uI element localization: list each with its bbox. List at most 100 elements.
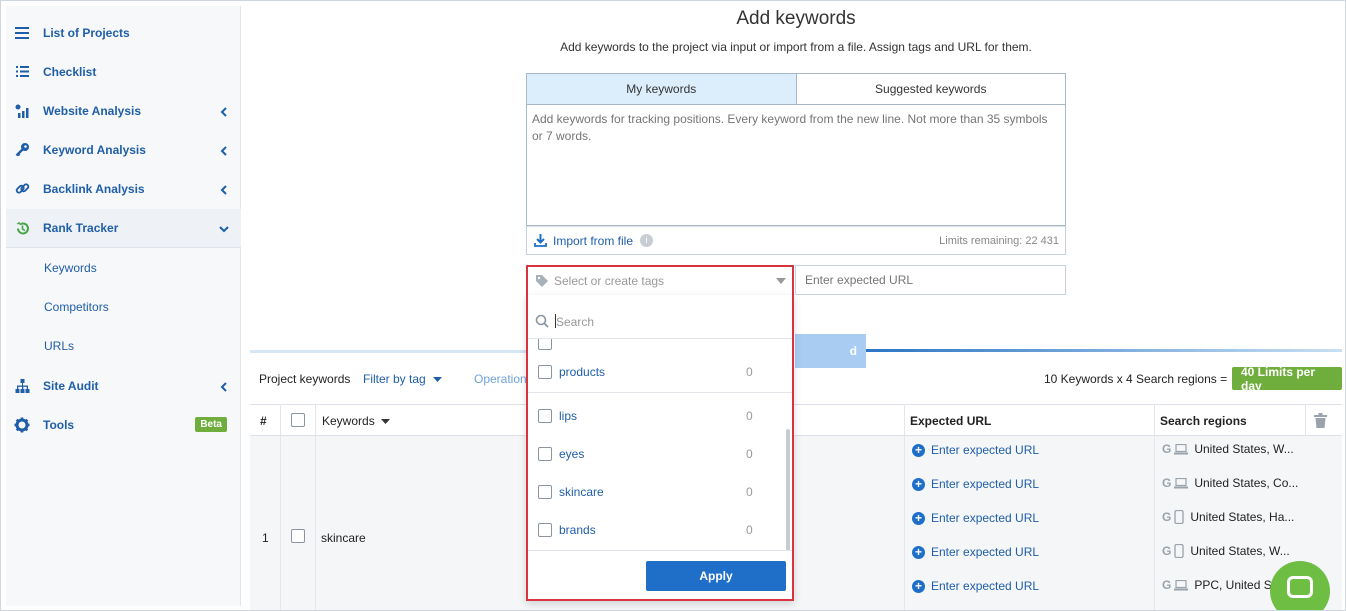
plus-circle-icon: + bbox=[912, 443, 925, 457]
beta-badge: Beta bbox=[195, 417, 227, 432]
filter-by-tag-dropdown[interactable]: Filter by tag bbox=[363, 372, 443, 386]
sidebar-sub-item-urls[interactable]: URLs bbox=[44, 339, 74, 353]
import-from-file-link[interactable]: Import from file bbox=[553, 234, 633, 248]
google-icon: G bbox=[1162, 510, 1172, 524]
search-region: G United States, Ha... bbox=[1162, 510, 1302, 524]
tab-my-keywords[interactable]: My keywords bbox=[527, 74, 797, 104]
tag-label: products bbox=[559, 365, 606, 379]
plus-circle-icon: + bbox=[912, 511, 925, 525]
keyword-tabs: My keywords Suggested keywords bbox=[526, 73, 1066, 105]
enter-expected-url-link[interactable]: + Enter expected URL bbox=[912, 545, 1039, 559]
search-region-label: United States, Ha... bbox=[1190, 510, 1295, 524]
limits-remaining: Limits remaining: 22 431 bbox=[939, 235, 1059, 247]
chevron-down-icon bbox=[219, 223, 229, 233]
row-checkbox[interactable] bbox=[291, 529, 305, 543]
plus-circle-icon: + bbox=[912, 545, 925, 559]
enter-expected-url-link[interactable]: + Enter expected URL bbox=[912, 579, 1039, 593]
search-region: G United States, W... bbox=[1162, 442, 1302, 456]
enter-expected-url-link[interactable]: + Enter expected URL bbox=[912, 443, 1039, 457]
enter-expected-url-link[interactable]: + Enter expected URL bbox=[912, 477, 1039, 491]
search-placeholder: Search bbox=[556, 315, 595, 329]
keywords-textarea[interactable] bbox=[526, 105, 1066, 226]
row-number: 1 bbox=[262, 531, 269, 545]
google-icon: G bbox=[1162, 544, 1172, 558]
sidebar-item-website-analysis[interactable]: Website Analysis bbox=[6, 91, 241, 130]
tag-count: 0 bbox=[746, 447, 753, 461]
column-header-keywords[interactable]: Keywords bbox=[322, 414, 391, 428]
desktop-icon bbox=[1174, 579, 1189, 590]
sidebar-item-label: Website Analysis bbox=[43, 103, 142, 118]
select-all-checkbox[interactable] bbox=[291, 413, 305, 427]
tag-checkbox[interactable] bbox=[538, 339, 552, 350]
chevron-left-icon bbox=[219, 145, 229, 156]
download-icon bbox=[534, 233, 547, 250]
enter-expected-url-link[interactable]: + Enter expected URL bbox=[912, 511, 1039, 525]
sidebar-item-label: Keyword Analysis bbox=[43, 142, 146, 157]
tag-option[interactable]: lips 0 bbox=[528, 397, 792, 435]
limits-per-day-badge: 40 Limits per day bbox=[1232, 365, 1342, 393]
caret-down-icon bbox=[433, 377, 443, 382]
tag-icon bbox=[535, 274, 549, 291]
sidebar-item-site-audit[interactable]: Site Audit bbox=[6, 366, 241, 405]
tag-checkbox[interactable] bbox=[538, 485, 552, 499]
sidebar-item-label: Rank Tracker bbox=[43, 221, 119, 235]
google-icon: G bbox=[1162, 476, 1172, 490]
tag-option[interactable]: brands 0 bbox=[528, 511, 792, 549]
search-region-label: PPC, United S bbox=[1194, 578, 1272, 592]
sidebar-item-tools[interactable]: Tools Beta bbox=[6, 405, 241, 444]
sidebar-item-label: Backlink Analysis bbox=[43, 181, 145, 196]
url-link-label: Enter expected URL bbox=[931, 443, 1040, 457]
sidebar-item-backlink-analysis[interactable]: Backlink Analysis bbox=[6, 169, 241, 208]
chevron-left-icon bbox=[219, 106, 229, 117]
tags-search[interactable]: Search bbox=[528, 303, 792, 339]
sidebar-sub-item-competitors[interactable]: Competitors bbox=[44, 300, 109, 314]
gear-icon bbox=[14, 417, 30, 433]
expected-url-input[interactable] bbox=[795, 265, 1066, 295]
info-icon[interactable]: i bbox=[640, 234, 653, 247]
trash-icon[interactable] bbox=[1314, 413, 1327, 431]
search-region: G United States, Co... bbox=[1162, 476, 1302, 490]
url-link-label: Enter expected URL bbox=[931, 579, 1040, 593]
column-divider bbox=[1305, 404, 1306, 436]
import-row: Import from file i Limits remaining: 22 … bbox=[526, 226, 1066, 255]
column-header-search-regions: Search regions bbox=[1160, 414, 1247, 428]
plus-circle-icon: + bbox=[912, 477, 925, 491]
tag-checkbox[interactable] bbox=[538, 523, 552, 537]
tag-option[interactable]: skincare 0 bbox=[528, 473, 792, 511]
tag-checkbox[interactable] bbox=[538, 409, 552, 423]
sidebar-item-rank-tracker[interactable]: Rank Tracker bbox=[6, 209, 241, 248]
mobile-icon bbox=[1174, 510, 1184, 524]
tag-count: 0 bbox=[746, 523, 753, 537]
sort-down-icon bbox=[381, 419, 391, 424]
tags-select[interactable]: Select or create tags bbox=[526, 265, 794, 295]
sidebar-item-label: Checklist bbox=[43, 64, 97, 79]
operations-dropdown[interactable]: Operation bbox=[474, 372, 527, 386]
sidebar-item-keyword-analysis[interactable]: Keyword Analysis bbox=[6, 130, 241, 169]
tags-placeholder: Select or create tags bbox=[554, 274, 665, 288]
add-keywords-button[interactable]: d bbox=[795, 334, 866, 368]
column-header-num: # bbox=[260, 414, 267, 428]
tag-checkbox[interactable] bbox=[538, 365, 552, 379]
tag-label: skincare bbox=[559, 485, 604, 499]
column-header-expected-url: Expected URL bbox=[910, 414, 992, 428]
caret-down-icon bbox=[776, 278, 786, 284]
tag-option[interactable]: products 0 bbox=[528, 353, 792, 391]
tab-suggested-keywords[interactable]: Suggested keywords bbox=[797, 74, 1066, 104]
apply-button[interactable]: Apply bbox=[646, 561, 786, 591]
analytics-icon bbox=[14, 103, 30, 119]
project-keywords-label: Project keywords bbox=[259, 372, 351, 386]
scrollbar[interactable] bbox=[786, 429, 790, 550]
desktop-icon bbox=[1174, 477, 1189, 488]
sidebar-item-checklist[interactable]: Checklist bbox=[6, 52, 241, 91]
sidebar-item-list-of-projects[interactable]: List of Projects bbox=[6, 13, 241, 52]
search-region-label: United States, Co... bbox=[1194, 476, 1299, 490]
divider bbox=[866, 349, 1342, 352]
column-divider bbox=[315, 404, 316, 610]
tags-list: products 0 lips 0 eyes 0 skincare 0 brands 0 bbox=[528, 339, 792, 551]
tag-checkbox[interactable] bbox=[538, 447, 552, 461]
column-divider bbox=[1154, 404, 1155, 610]
sidebar-sub-item-keywords[interactable]: Keywords bbox=[44, 261, 97, 275]
tag-option[interactable]: eyes 0 bbox=[528, 435, 792, 473]
tag-label: lips bbox=[559, 409, 578, 423]
checklist-icon bbox=[14, 64, 30, 80]
